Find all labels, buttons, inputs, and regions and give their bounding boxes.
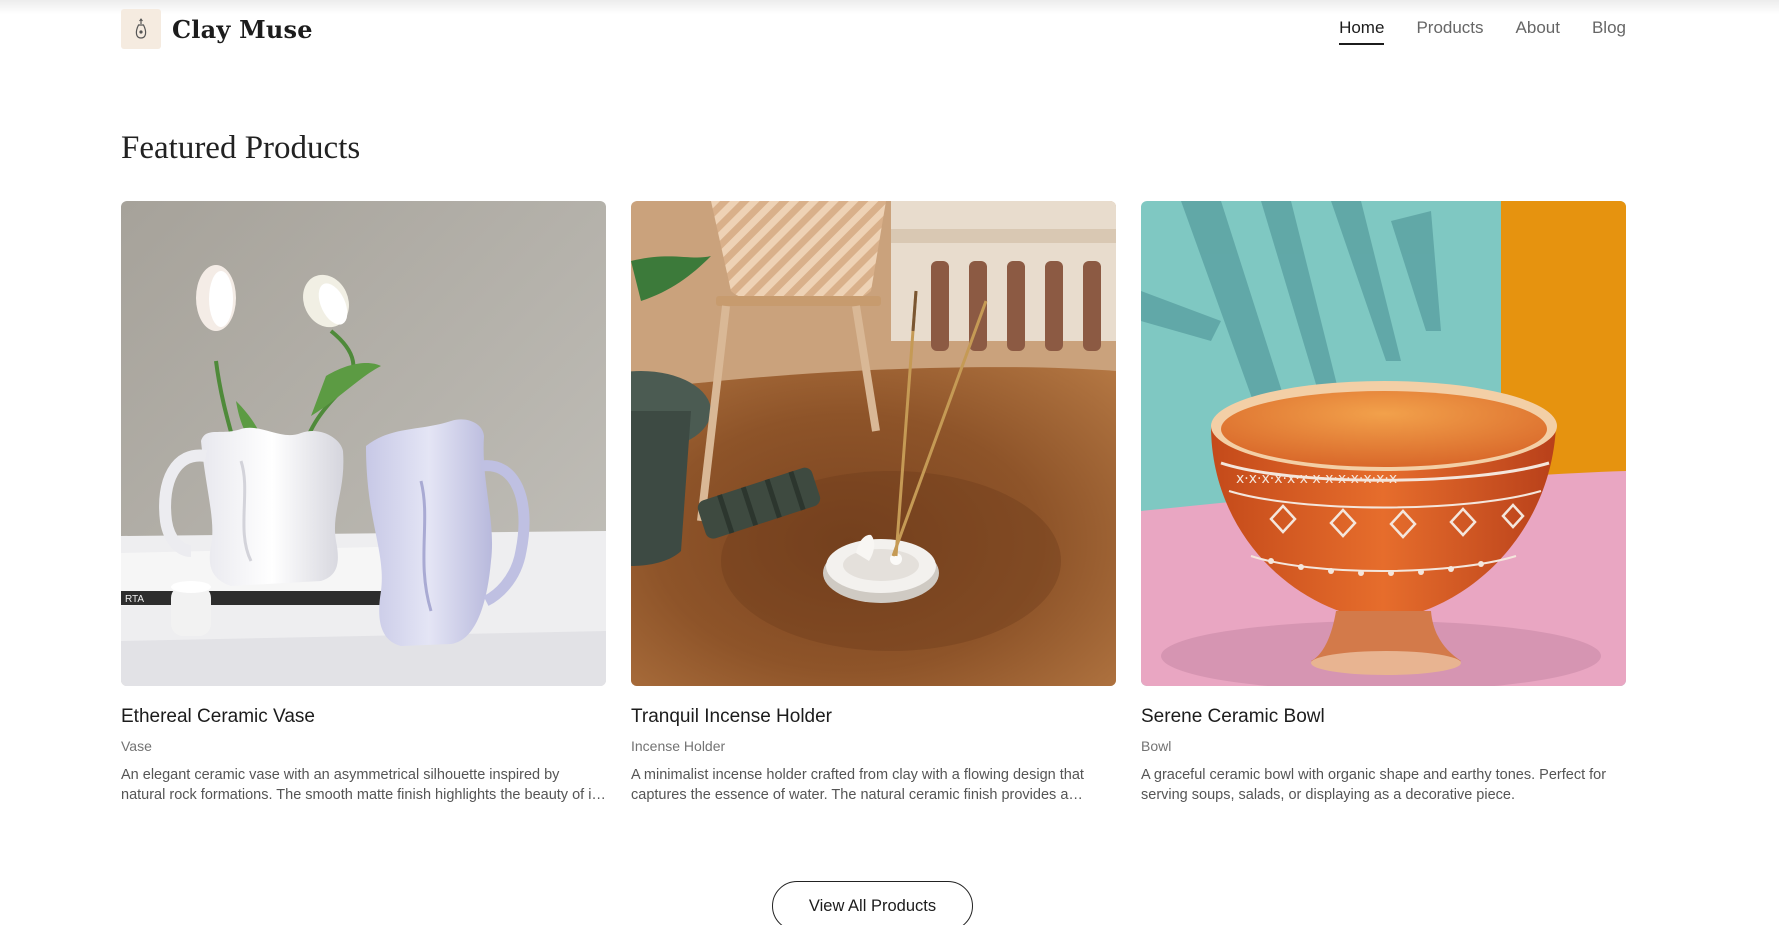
- main-nav: Home Products About Blog: [1307, 14, 1626, 45]
- brand-name: Clay Muse: [172, 14, 313, 44]
- product-grid: RTA Ethereal Ceramic Vase Vase An elegan…: [121, 201, 1626, 811]
- site-header: Clay Muse Home Products About Blog: [121, 8, 1626, 50]
- product-category: Bowl: [1141, 738, 1172, 754]
- product-category: Incense Holder: [631, 738, 726, 754]
- nav-home[interactable]: Home: [1339, 14, 1385, 45]
- product-name[interactable]: Serene Ceramic Bowl: [1141, 705, 1626, 729]
- brand-link[interactable]: Clay Muse: [121, 9, 313, 49]
- nav-about[interactable]: About: [1516, 14, 1560, 45]
- product-description: An elegant ceramic vase with an asymmetr…: [121, 767, 603, 803]
- product-description: A minimalist incense holder crafted from…: [631, 767, 1084, 803]
- view-all-products-button[interactable]: View All Products: [772, 881, 973, 925]
- product-name[interactable]: Ethereal Ceramic Vase: [121, 705, 606, 729]
- svg-text:RTA: RTA: [125, 594, 144, 605]
- product-description: A graceful ceramic bowl with organic sha…: [1141, 767, 1607, 803]
- product-image-vase[interactable]: RTA: [121, 201, 606, 686]
- product-image-incense[interactable]: [631, 201, 1116, 686]
- product-image-bowl[interactable]: x·x·x·x·x·x·x·x·x·x·x·x·x: [1141, 201, 1626, 686]
- product-card-bowl[interactable]: x·x·x·x·x·x·x·x·x·x·x·x·x Serene Ceramic…: [1141, 201, 1626, 805]
- section-title: Featured Products: [121, 130, 361, 166]
- product-card-incense[interactable]: Tranquil Incense Holder Incense Holder A…: [631, 201, 1116, 805]
- product-card-vase[interactable]: RTA Ethereal Ceramic Vase Vase An elegan…: [121, 201, 606, 805]
- product-name[interactable]: Tranquil Incense Holder: [631, 705, 1116, 729]
- nav-products[interactable]: Products: [1416, 14, 1483, 45]
- vase-logo-icon: [121, 9, 161, 49]
- product-category: Vase: [121, 738, 152, 754]
- nav-blog[interactable]: Blog: [1592, 14, 1626, 45]
- svg-text:x·x·x·x·x·x·x·x·x·x·x·x·x: x·x·x·x·x·x·x·x·x·x·x·x·x: [1236, 471, 1397, 487]
